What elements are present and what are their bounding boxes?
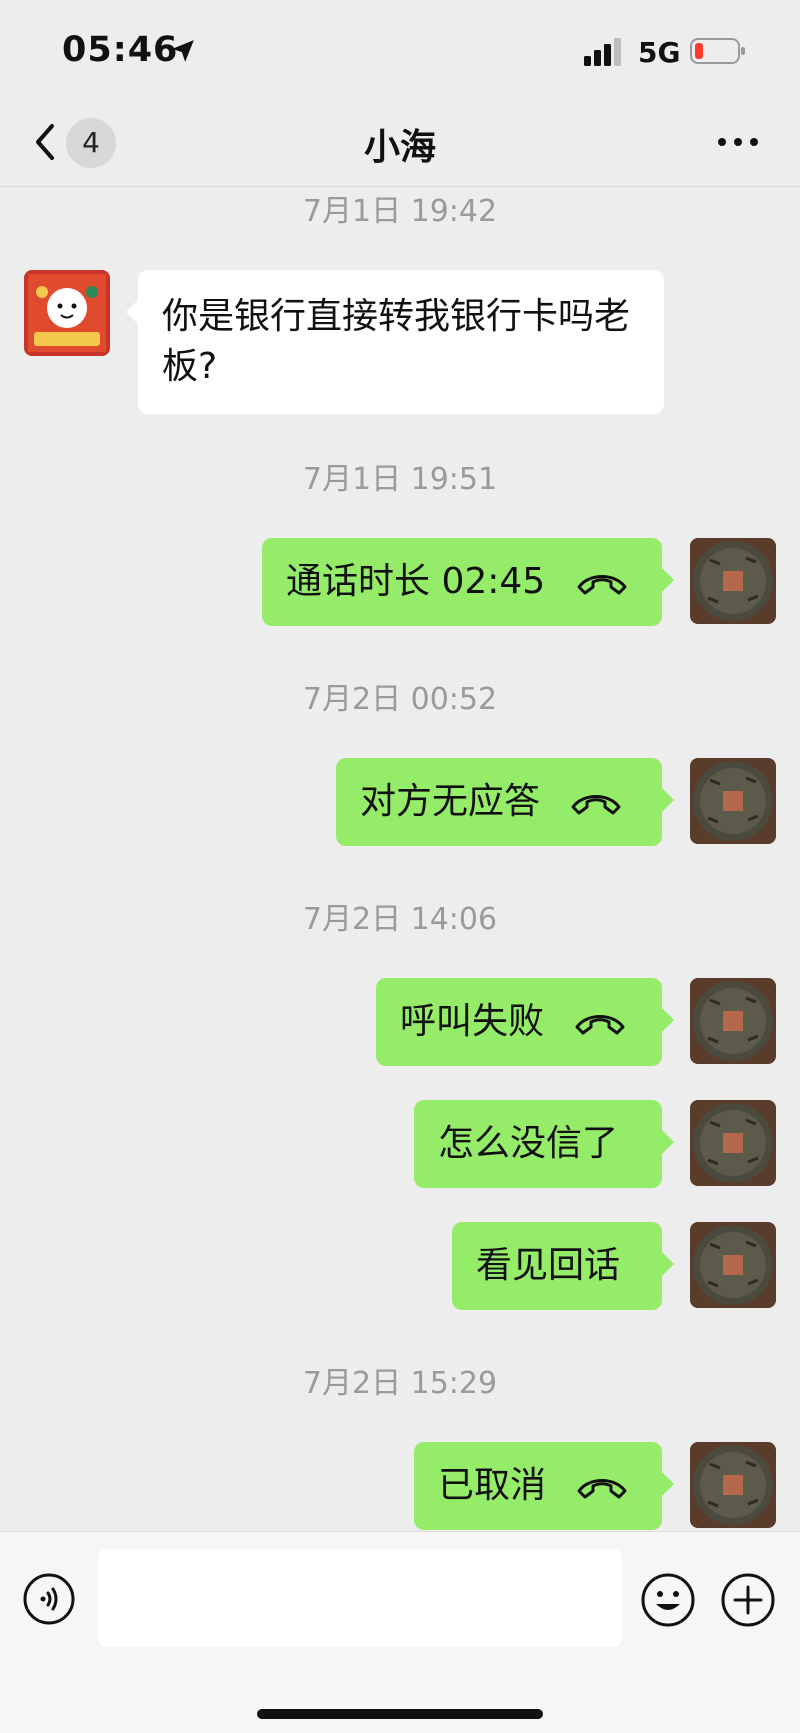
call-record-bubble[interactable]: 呼叫失败 [376,978,674,1066]
chat-header: 4 小海 [0,100,800,187]
location-arrow-icon [172,40,194,62]
message-input[interactable] [98,1549,622,1647]
message-text: 对方无应答 [360,781,541,822]
my-avatar[interactable] [690,1222,776,1308]
message-text: 通话时长 02:45 [286,561,546,602]
call-record-bubble[interactable]: 通话时长 02:45 [262,538,674,626]
timestamp: 7月2日 14:06 [302,902,498,937]
my-avatar[interactable] [690,978,776,1064]
phone-hangup-icon [577,575,627,595]
message-text: 已取消 [438,1465,547,1506]
call-record-bubble[interactable]: 已取消 [414,1442,674,1530]
my-avatar[interactable] [690,758,776,844]
input-bar [0,1531,800,1733]
timestamp: 7月1日 19:51 [302,462,498,497]
more-dots-icon[interactable] [714,124,762,160]
timestamp: 7月1日 19:42 [302,194,498,229]
chat-title: 小海 [363,127,436,168]
home-indicator [257,1709,543,1719]
emoji-icon[interactable] [640,1572,696,1628]
message-text: 呼叫失败 [400,1001,545,1042]
plus-icon[interactable] [720,1572,776,1628]
battery-icon [690,38,745,64]
timestamp: 7月2日 00:52 [302,682,498,717]
phone-hangup-icon [577,1479,627,1499]
phone-hangup-icon [571,795,621,815]
status-time: 05:46 [62,30,179,70]
my-avatar[interactable] [690,1442,776,1528]
message-text: 你是银行直接转我银行卡吗老板? [162,296,631,387]
message-list[interactable]: 7月1日 19:42 你是银行直接转我银行卡吗老板? 7月1日 19:51 通话… [0,186,800,1531]
timestamp: 7月2日 15:29 [302,1366,498,1401]
signal-icon [584,38,621,66]
message-text: 怎么没信了 [438,1123,619,1164]
message-bubble-incoming[interactable]: 你是银行直接转我银行卡吗老板? [126,270,664,414]
call-record-bubble[interactable]: 对方无应答 [336,758,674,846]
status-bar: 05:46 5G [0,0,800,100]
message-bubble-outgoing[interactable]: 看见回话 [452,1222,674,1310]
voice-icon[interactable] [22,1572,76,1626]
message-bubble-outgoing[interactable]: 怎么没信了 [414,1100,674,1188]
my-avatar[interactable] [690,1100,776,1186]
my-avatar[interactable] [690,538,776,624]
phone-hangup-icon [575,1015,625,1035]
network-type: 5G [638,36,681,69]
message-text: 看见回话 [476,1245,621,1286]
contact-avatar[interactable] [24,270,110,356]
